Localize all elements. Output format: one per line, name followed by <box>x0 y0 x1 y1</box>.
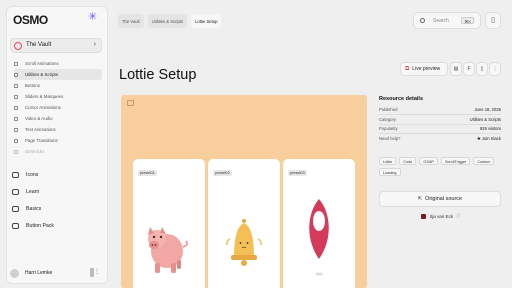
tag[interactable]: Custom <box>473 157 495 165</box>
author-credit[interactable]: Ilja van Eck ⓘ <box>421 213 461 219</box>
pig-illustration <box>148 227 188 273</box>
live-preview-button[interactable]: ⧉ Live preview <box>400 62 448 76</box>
breadcrumb-item-category[interactable]: Utilities & Scripts <box>147 14 188 28</box>
preset-card[interactable]: preset02 <box>208 159 280 288</box>
shortcut-badge: ⌘K <box>461 17 474 24</box>
sidebar-item-cursor-animations[interactable]: Cursor Animations <box>14 102 102 113</box>
sidebar-item-scroll-animations[interactable]: Scroll Animations <box>14 58 102 69</box>
external-link-icon: ⇱ <box>417 196 423 202</box>
category-icon <box>14 149 18 154</box>
search-placeholder: Search <box>433 17 449 24</box>
breadcrumb-item-vault[interactable]: The Vault <box>118 14 144 28</box>
category-icon <box>14 127 18 132</box>
sidebar-item-sliders-marquees[interactable]: Sliders & Marquees <box>14 91 102 102</box>
detail-row-help: Need help? ✱ Join Slack <box>379 136 501 141</box>
icons-icon <box>12 171 19 178</box>
breadcrumb: The Vault Utilities & Scripts Lottie Set… <box>118 14 222 28</box>
category-icon <box>14 138 18 143</box>
more-button[interactable]: ⋮ <box>489 62 501 76</box>
divider <box>379 124 501 125</box>
chevron-right-icon: › <box>93 41 96 48</box>
copy-button[interactable]: ▤ <box>450 62 462 76</box>
sidebar-item-basics[interactable]: Basics <box>12 200 54 217</box>
detail-row-published: Published June 18, 2025 <box>379 107 501 112</box>
search-icon <box>420 18 425 23</box>
vault-dropdown[interactable]: The Vault › <box>10 38 102 53</box>
bookmark-icon: ▯ <box>491 17 495 24</box>
category-link[interactable]: Utilities & Scripts <box>470 117 501 122</box>
live-preview-icon: ⧉ <box>405 65 410 72</box>
detail-row-category: Category Utilities & Scripts <box>379 117 501 122</box>
info-icon: ⓘ <box>456 213 461 218</box>
vault-nav: Scroll Animations Utilities & Scripts Bu… <box>14 58 102 157</box>
tag-list: Lottie Code GSAP ScrollTrigger Custom Lo… <box>379 157 501 176</box>
divider <box>379 114 501 115</box>
user-profile[interactable]: Harri Lemke ⋮ <box>10 266 102 280</box>
category-icon <box>14 116 18 121</box>
bell-illustration <box>226 219 262 266</box>
vault-icon <box>14 42 22 50</box>
category-icon <box>14 83 18 88</box>
sidebar-item-button-pack[interactable]: Button Pack <box>12 217 54 234</box>
more-options-icon: ⋮ <box>492 66 498 72</box>
basics-icon <box>12 205 19 212</box>
page-title: Lottie Setup <box>119 67 197 83</box>
more-options-icon[interactable]: ⋮ <box>94 268 100 275</box>
tag[interactable]: GSAP <box>419 157 438 165</box>
learn-icon <box>12 188 19 195</box>
main-nav: Icons Learn Basics Button Pack <box>12 166 54 234</box>
category-icon <box>14 105 18 110</box>
tag[interactable]: Loading <box>379 168 401 176</box>
image-icon <box>127 100 134 106</box>
sidebar-item-text-animations[interactable]: Text Animations <box>14 124 102 135</box>
sidebar-item-learn[interactable]: Learn <box>12 183 54 200</box>
divider <box>379 133 501 134</box>
user-name: Harri Lemke <box>25 270 53 276</box>
resource-details-heading: Resource details <box>379 96 424 102</box>
tag[interactable]: Lottie <box>379 157 397 165</box>
category-icon <box>14 61 18 66</box>
tag[interactable]: ScrollTrigger <box>440 157 471 165</box>
button-pack-icon <box>12 222 19 229</box>
sidebar-item-gimmicks[interactable]: Gimmicks <box>14 146 102 157</box>
detail-row-popularity: Popularity 929 visitors <box>379 126 501 131</box>
sidebar-item-icons[interactable]: Icons <box>12 166 54 183</box>
tag[interactable]: Code <box>399 157 417 165</box>
category-icon <box>14 72 18 77</box>
avatar <box>10 268 19 278</box>
sidebar-item-buttons[interactable]: Buttons <box>14 80 102 91</box>
breadcrumb-item-current: Lottie Setup <box>191 14 222 28</box>
category-icon <box>14 94 18 99</box>
map-pin-illustration <box>309 199 329 276</box>
original-source-button[interactable]: ⇱ Original source <box>379 191 501 207</box>
osmo-logo[interactable]: OSMO <box>13 13 48 27</box>
sidebar-item-page-transitions[interactable]: Page Transitions <box>14 135 102 146</box>
figma-icon: F <box>467 66 471 72</box>
preset-card[interactable]: preset01 <box>133 159 205 288</box>
figma-button[interactable]: F <box>463 62 475 76</box>
search-input[interactable]: Search ⌘K <box>413 12 481 29</box>
slack-link[interactable]: ✱ Join Slack <box>477 136 501 141</box>
preview-area: preset01 preset02 preset03 <box>121 95 367 288</box>
author-name: Ilja van Eck <box>430 213 454 219</box>
vault-label: The Vault <box>26 42 52 48</box>
sparkle-icon[interactable]: ✳ <box>88 12 97 23</box>
bookmark-button[interactable]: ▯ <box>485 12 501 29</box>
sidebar-item-utilities-scripts[interactable]: Utilities & Scripts <box>14 69 102 80</box>
copy-icon: ▤ <box>453 66 459 72</box>
sidebar-item-video-audio[interactable]: Video & Audio <box>14 113 102 124</box>
preset-card[interactable]: preset03 <box>283 159 355 288</box>
save-button[interactable]: ▯ <box>476 62 488 76</box>
author-avatar <box>421 213 426 219</box>
bookmark-icon: ▯ <box>480 66 484 72</box>
